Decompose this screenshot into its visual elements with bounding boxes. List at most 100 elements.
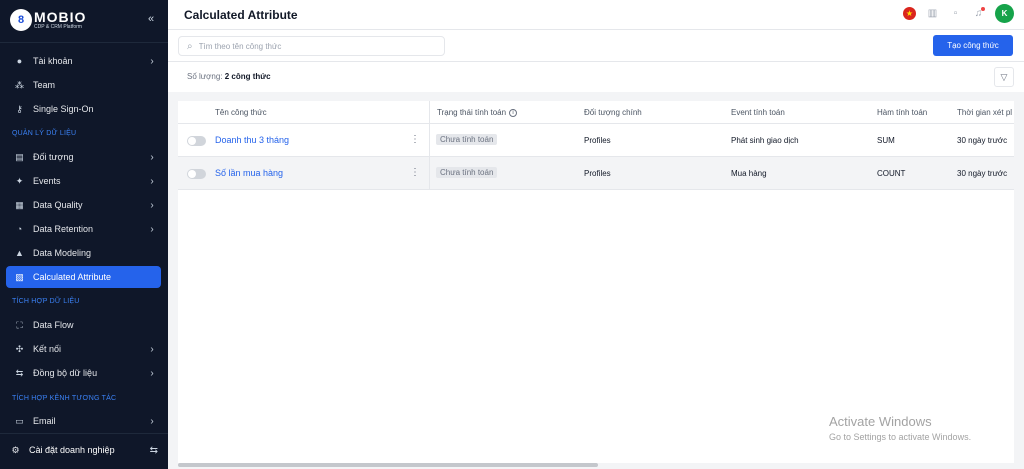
help-icon[interactable]: ▫ (949, 7, 962, 20)
formula-name-link[interactable]: Số lần mua hàng (215, 168, 283, 178)
more-options-icon[interactable]: ⋮ (410, 134, 420, 145)
logo-name: MOBIO (34, 9, 87, 25)
data-flow-icon: ⛶ (16, 319, 23, 330)
scrollbar-thumb[interactable] (178, 463, 598, 467)
sidebar-item-label: Calculated Attribute (33, 272, 112, 282)
sidebar-item-account[interactable]: ● Tài khoản › (6, 50, 161, 72)
cell-time: 30 ngày trước (957, 136, 1008, 145)
enable-toggle[interactable] (187, 169, 206, 179)
summary-bar: Số lượng: 2 công thức ▽ (168, 62, 1024, 92)
notification-dot (981, 7, 985, 11)
chevron-right-icon: › (150, 175, 154, 187)
bell-icon[interactable]: ♫ (972, 7, 985, 20)
sidebar-item-sync[interactable]: ⇆ Đồng bộ dữ liệu › (6, 362, 161, 384)
watermark-subtitle: Go to Settings to activate Windows. (829, 432, 972, 442)
avatar[interactable]: K (995, 4, 1014, 23)
cell-time: 30 ngày trước (957, 169, 1008, 178)
create-formula-button[interactable]: Tạo công thức (933, 35, 1013, 56)
sidebar-item-label: Data Retention (33, 224, 94, 234)
windows-activation-watermark: Activate Windows Go to Settings to activ… (829, 414, 971, 442)
watermark-title: Activate Windows (829, 414, 932, 429)
sidebar-item-label: Tài khoản (33, 56, 73, 66)
column-header-object: Đối tượng chính (584, 108, 642, 117)
divider (0, 433, 168, 434)
data-quality-icon: ▦ (15, 199, 24, 210)
calculated-attribute-icon: ▧ (15, 271, 24, 282)
cell-event: Phát sinh giao dịch (731, 136, 799, 145)
enterprise-settings-button[interactable]: ⚙ Cài đặt doanh nghiệp ⇆ (10, 441, 158, 459)
status-badge: Chưa tính toán (436, 167, 498, 178)
events-icon: ✦ (15, 175, 24, 186)
page-title: Calculated Attribute (184, 8, 298, 22)
cell-object: Profiles (584, 169, 611, 178)
user-icon: ● (16, 55, 23, 66)
search-input[interactable] (198, 41, 419, 51)
chevrons-left-icon[interactable]: « (148, 13, 154, 25)
section-channel-integration: TÍCH HỢP KÊNH TƯƠNG TÁC (12, 395, 117, 402)
chevron-right-icon: › (150, 55, 154, 67)
sidebar-item-label: Đồng bộ dữ liệu (33, 368, 98, 378)
chevron-right-icon: › (150, 151, 154, 163)
table-row[interactable]: Doanh thu 3 tháng ⋮ Chưa tính toán Profi… (178, 124, 1014, 157)
gear-icon: ⚙ (11, 444, 20, 455)
language-flag-icon[interactable]: ★ (903, 7, 916, 20)
column-header-status: Trạng thái tính toán i (437, 108, 518, 117)
sidebar-item-sso[interactable]: ⚷ Single Sign-On (6, 98, 161, 120)
team-icon: ⁂ (15, 79, 24, 90)
sidebar-item-data-flow[interactable]: ⛶ Data Flow (6, 314, 161, 336)
sidebar-item-label: Events (33, 176, 61, 186)
table-header: Tên công thức Trạng thái tính toán i Đối … (178, 101, 1014, 124)
sidebar-item-label: Đối tượng (33, 152, 74, 162)
connect-icon: ✣ (15, 343, 24, 354)
filter-icon[interactable]: ▽ (994, 67, 1014, 87)
sidebar-item-data-quality[interactable]: ▦ Data Quality › (6, 194, 161, 216)
section-data-management: QUẢN LÝ DỮ LIỆU (12, 130, 77, 137)
sidebar-item-connect[interactable]: ✣ Kết nối › (6, 338, 161, 360)
sidebar-item-label: Single Sign-On (33, 104, 94, 114)
formula-count: Số lượng: 2 công thức (187, 72, 271, 81)
sidebar-item-calculated-attribute[interactable]: ▧ Calculated Attribute (6, 266, 161, 288)
data-modeling-icon: ▲ (15, 247, 24, 258)
sidebar-item-label: Team (33, 80, 56, 90)
data-retention-icon: ◔ (16, 223, 23, 234)
cell-function: COUNT (877, 169, 906, 178)
column-header-name: Tên công thức (215, 108, 267, 117)
formula-table: Tên công thức Trạng thái tính toán i Đối … (178, 101, 1014, 463)
chevron-right-icon: › (150, 367, 154, 379)
horizontal-scrollbar[interactable] (178, 463, 1014, 467)
logo-subtitle: CDP & CRM Platform (34, 24, 82, 30)
email-icon: ▭ (15, 415, 24, 426)
more-options-icon[interactable]: ⋮ (410, 167, 420, 178)
sidebar-item-label: Data Flow (33, 320, 74, 330)
sidebar-item-label: Email (33, 416, 56, 426)
search-icon: ⌕ (187, 40, 193, 52)
key-icon: ⚷ (16, 103, 23, 114)
column-header-status-label: Trạng thái tính toán (437, 108, 507, 117)
chevron-right-icon: › (150, 223, 154, 235)
info-icon[interactable]: i (509, 108, 518, 117)
sidebar-item-label: Data Modeling (33, 248, 92, 258)
formula-name-link[interactable]: Doanh thu 3 tháng (215, 135, 289, 145)
header: Calculated Attribute ★ ▥ ▫ ♫ K (168, 0, 1024, 30)
sidebar-item-label: Data Quality (33, 200, 83, 210)
column-divider (429, 101, 430, 189)
sync-icon: ⇆ (15, 367, 24, 378)
swap-icon[interactable]: ⇆ (150, 445, 158, 456)
sidebar-item-events[interactable]: ✦ Events › (6, 170, 161, 192)
book-icon[interactable]: ▥ (926, 7, 939, 20)
cell-event: Mua hàng (731, 169, 767, 178)
enable-toggle[interactable] (187, 136, 206, 146)
sidebar-item-objects[interactable]: ▤ Đối tượng › (6, 146, 161, 168)
sidebar-item-email[interactable]: ▭ Email › (6, 410, 161, 432)
sidebar: 8 MOBIO CDP & CRM Platform « ● Tài khoản… (0, 0, 168, 469)
sidebar-item-team[interactable]: ⁂ Team (6, 74, 161, 96)
sidebar-item-data-retention[interactable]: ◔ Data Retention › (6, 218, 161, 240)
count-label: Số lượng: (187, 72, 223, 81)
table-row[interactable]: Số lần mua hàng ⋮ Chưa tính toán Profile… (178, 157, 1014, 190)
section-data-integration: TÍCH HỢP DỮ LIỆU (12, 298, 80, 305)
toolbar: ⌕ Tạo công thức (168, 30, 1024, 62)
search-box: ⌕ (178, 36, 445, 56)
chevron-right-icon: › (150, 199, 154, 211)
sidebar-item-data-modeling[interactable]: ▲ Data Modeling (6, 242, 161, 264)
logo[interactable]: 8 MOBIO CDP & CRM Platform (10, 9, 86, 31)
